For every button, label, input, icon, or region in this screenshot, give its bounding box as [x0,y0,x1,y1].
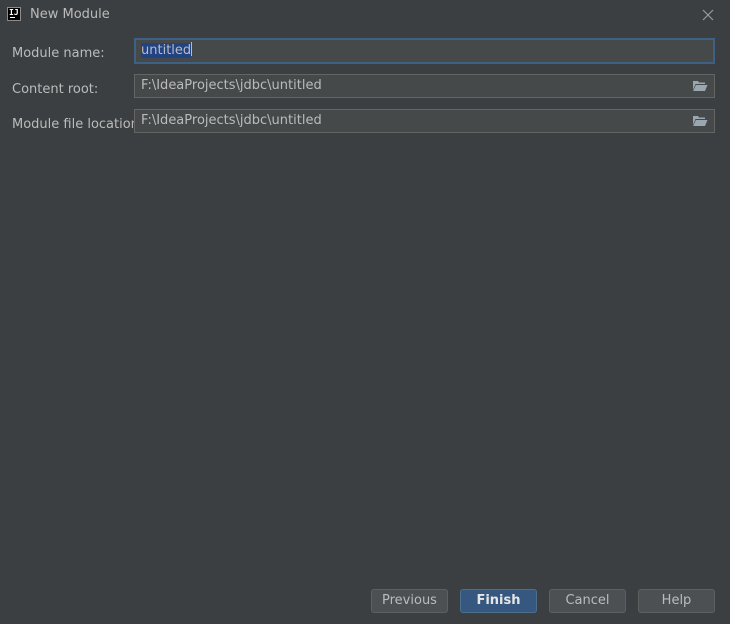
content-root-browse-button[interactable] [692,79,708,93]
module-file-location-input[interactable]: F:\IdeaProjects\jdbc\untitled [134,109,715,133]
title-bar: IJ New Module [0,0,730,30]
app-icon-text: IJ [9,8,19,17]
close-button[interactable] [698,5,718,25]
content-root-input[interactable]: F:\IdeaProjects\jdbc\untitled [134,74,715,98]
module-file-location-browse-button[interactable] [692,114,708,128]
module-name-input[interactable]: untitled [134,38,715,64]
text-caret [191,42,193,56]
content-root-value: F:\IdeaProjects\jdbc\untitled [141,78,322,93]
cancel-button[interactable]: Cancel [549,589,626,613]
window-title: New Module [30,7,110,22]
intellij-app-icon: IJ [7,7,21,21]
module-file-location-row: Module file location: F:\IdeaProjects\jd… [0,109,730,135]
folder-open-icon [693,116,708,126]
module-file-location-value: F:\IdeaProjects\jdbc\untitled [141,113,322,128]
module-file-location-label: Module file location: [12,117,144,132]
help-button[interactable]: Help [638,589,715,613]
content-root-row: Content root: F:\IdeaProjects\jdbc\untit… [0,74,730,100]
module-name-row: Module name: untitled [0,38,730,64]
app-icon-bar [10,17,15,18]
module-name-label: Module name: [12,46,105,61]
previous-button[interactable]: Previous [371,589,448,613]
folder-open-icon [693,81,708,91]
close-icon [702,9,714,21]
new-module-dialog: IJ New Module Module name: untitled Cont… [0,0,730,624]
module-name-value: untitled [141,43,192,58]
finish-button[interactable]: Finish [460,589,537,613]
content-root-label: Content root: [12,82,99,97]
